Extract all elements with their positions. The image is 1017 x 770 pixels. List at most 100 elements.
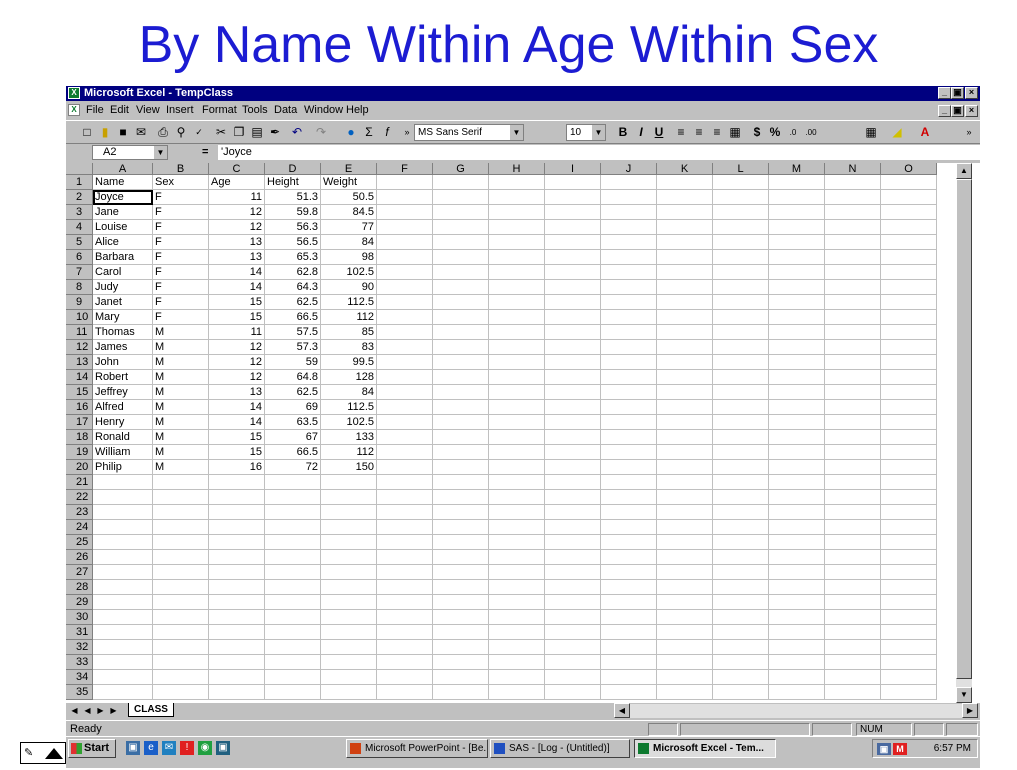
grid-cell[interactable]: 90 (321, 280, 377, 295)
grid-cell[interactable] (433, 190, 489, 205)
grid-cell[interactable] (153, 490, 209, 505)
grid-cell[interactable]: 84 (321, 235, 377, 250)
grid-cell[interactable]: 112.5 (321, 295, 377, 310)
row-header[interactable]: 28 (66, 580, 93, 595)
grid-cell[interactable] (545, 235, 601, 250)
column-header[interactable]: B (153, 163, 209, 175)
grid-cell[interactable]: 13 (209, 235, 265, 250)
grid-cell[interactable]: F (153, 280, 209, 295)
grid-cell[interactable] (265, 595, 321, 610)
grid-cell[interactable] (657, 565, 713, 580)
underline-icon[interactable]: U (650, 124, 668, 141)
grid-cell[interactable] (601, 460, 657, 475)
grid-cell[interactable]: John (93, 355, 153, 370)
grid-cell[interactable] (657, 265, 713, 280)
grid-cell[interactable] (377, 565, 433, 580)
grid-cell[interactable] (657, 190, 713, 205)
vertical-scrollbar[interactable]: ▲ ▼ (956, 163, 972, 703)
grid-cell[interactable]: Barbara (93, 250, 153, 265)
grid-cell[interactable] (153, 625, 209, 640)
grid-cell[interactable] (377, 205, 433, 220)
grid-cell[interactable] (769, 400, 825, 415)
grid-cell[interactable] (825, 685, 881, 700)
grid-cell[interactable] (769, 235, 825, 250)
grid-cell[interactable]: M (153, 430, 209, 445)
grid-cell[interactable] (321, 640, 377, 655)
copy-icon[interactable]: ❐ (230, 124, 248, 141)
grid-cell[interactable] (769, 520, 825, 535)
grid-cell[interactable] (265, 520, 321, 535)
grid-cell[interactable] (489, 295, 545, 310)
grid-cell[interactable] (825, 430, 881, 445)
grid-cell[interactable] (657, 535, 713, 550)
row-header[interactable]: 4 (66, 220, 93, 235)
grid-cell[interactable] (265, 655, 321, 670)
grid-cell[interactable] (713, 670, 769, 685)
grid-cell[interactable] (265, 610, 321, 625)
row-header[interactable]: 3 (66, 205, 93, 220)
grid-cell[interactable] (93, 670, 153, 685)
grid-cell[interactable] (93, 475, 153, 490)
grid-cell[interactable] (713, 475, 769, 490)
grid-cell[interactable]: 62.8 (265, 265, 321, 280)
grid-cell[interactable] (377, 445, 433, 460)
grid-cell[interactable]: 64.8 (265, 370, 321, 385)
hyperlink-icon[interactable]: ● (342, 124, 360, 141)
grid-cell[interactable] (377, 640, 433, 655)
grid-cell[interactable] (601, 475, 657, 490)
grid-cell[interactable] (881, 235, 937, 250)
grid-cell[interactable] (489, 415, 545, 430)
outlook-icon[interactable]: ✉ (162, 741, 176, 755)
internet-explorer-icon[interactable]: e (144, 741, 158, 755)
grid-cell[interactable] (377, 370, 433, 385)
grid-cell[interactable] (489, 310, 545, 325)
grid-cell[interactable] (825, 475, 881, 490)
row-header[interactable]: 24 (66, 520, 93, 535)
grid-cell[interactable] (769, 220, 825, 235)
grid-cell[interactable] (433, 475, 489, 490)
grid-cell[interactable] (713, 310, 769, 325)
font-size-select[interactable]: 10 ▼ (566, 124, 606, 141)
chevron-down-icon[interactable]: ▼ (510, 125, 523, 140)
grid-cell[interactable] (881, 190, 937, 205)
grid-cell[interactable]: M (153, 325, 209, 340)
grid-cell[interactable] (881, 520, 937, 535)
clock[interactable]: 6:57 PM (934, 740, 971, 757)
grid-cell[interactable] (377, 235, 433, 250)
grid-cell[interactable] (769, 625, 825, 640)
menu-insert[interactable]: Insert (166, 102, 194, 119)
column-header[interactable]: L (713, 163, 769, 175)
grid-cell[interactable] (713, 640, 769, 655)
increase-decimal-icon[interactable]: .0 (784, 124, 802, 141)
grid-cell[interactable] (545, 505, 601, 520)
grid-cell[interactable] (545, 460, 601, 475)
row-header[interactable]: 22 (66, 490, 93, 505)
grid-cell[interactable] (881, 535, 937, 550)
grid-cell[interactable] (321, 655, 377, 670)
prev-sheet-icon[interactable]: ◀ (81, 705, 94, 717)
grid-cell[interactable] (93, 625, 153, 640)
grid-cell[interactable] (377, 175, 433, 190)
row-header[interactable]: 20 (66, 460, 93, 475)
grid-cell[interactable] (153, 520, 209, 535)
grid-cell[interactable] (825, 595, 881, 610)
grid-cell[interactable] (377, 655, 433, 670)
grid-cell[interactable] (377, 280, 433, 295)
grid-cell[interactable] (825, 640, 881, 655)
grid-cell[interactable] (713, 325, 769, 340)
grid-cell[interactable] (601, 325, 657, 340)
row-header[interactable]: 27 (66, 565, 93, 580)
grid-cell[interactable] (881, 655, 937, 670)
grid-cell[interactable] (881, 280, 937, 295)
grid-cell[interactable] (489, 445, 545, 460)
grid-cell[interactable] (825, 625, 881, 640)
grid-cell[interactable] (433, 640, 489, 655)
grid-cell[interactable]: 15 (209, 310, 265, 325)
grid-cell[interactable] (601, 520, 657, 535)
grid-cell[interactable] (489, 265, 545, 280)
grid-cell[interactable]: 15 (209, 295, 265, 310)
grid-cell[interactable] (601, 235, 657, 250)
format-painter-icon[interactable]: ✒ (266, 124, 284, 141)
grid-cell[interactable] (377, 580, 433, 595)
grid-cell[interactable] (657, 205, 713, 220)
